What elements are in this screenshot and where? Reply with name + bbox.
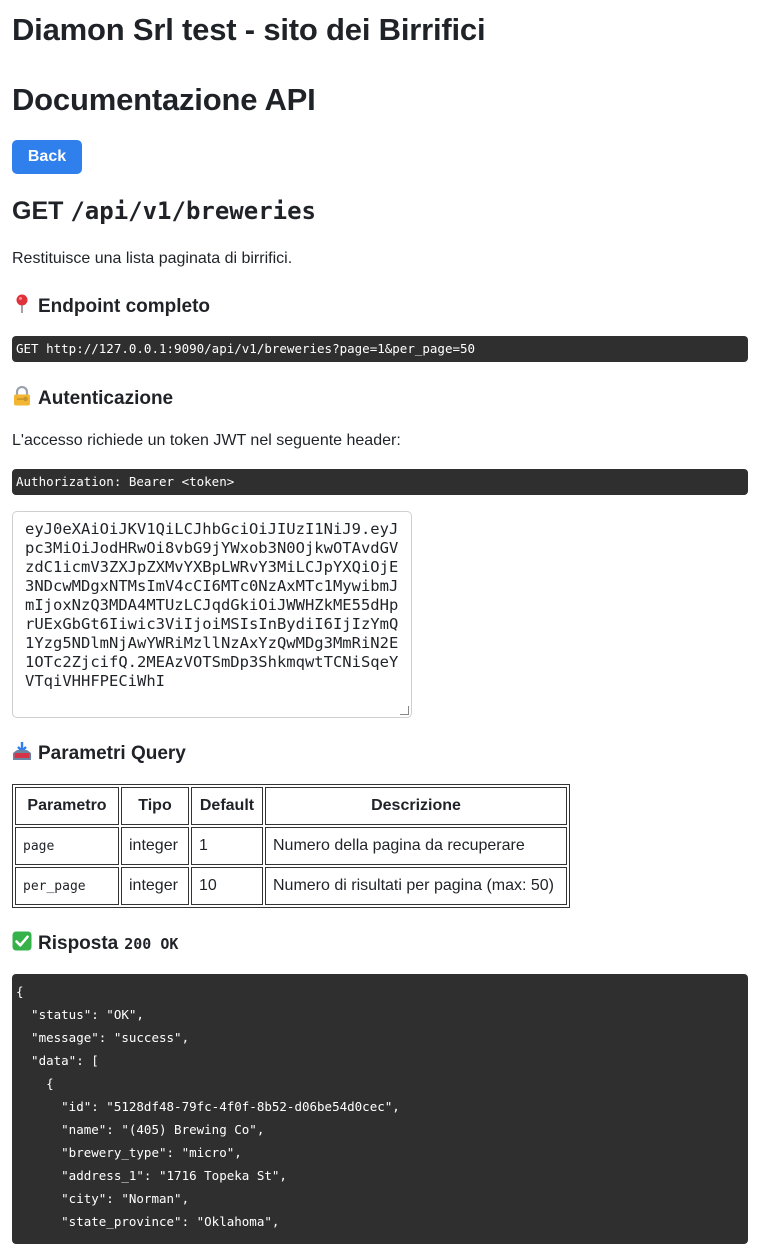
auth-header-code: Authorization: Bearer <token> [12,469,748,495]
table-row: page integer 1 Numero della pagina da re… [15,827,567,865]
endpoint-description: Restituisce una lista paginata di birrif… [12,250,293,267]
auth-section-heading: Autenticazione [12,385,174,411]
lock-with-key-icon [12,385,32,411]
param-description: Numero della pagina da recuperare [265,827,567,865]
site-title: Diamon Srl test - sito dei Birrifici [12,12,486,47]
inbox-tray-icon [12,741,32,766]
params-section-heading: Parametri Query [12,741,186,766]
token-textarea[interactable]: eyJ0eXAiOiJKV1QiLCJhbGciOiJIUzI1NiJ9.eyJ… [12,511,412,718]
auth-section-label: Autenticazione [38,387,174,409]
param-default: 10 [191,867,263,905]
endpoint-heading: GET /api/v1/breweries [12,197,316,226]
code-line: "state_province": "Oklahoma", [16,1214,280,1229]
col-header-parametro: Parametro [15,787,119,825]
back-button[interactable]: Back [12,140,82,174]
code-line: "message": "success", [16,1030,190,1045]
resize-handle-icon[interactable] [400,706,409,715]
table-header-row: Parametro Tipo Default Descrizione [15,787,567,825]
response-section-heading: Risposta 200 OK [12,931,178,956]
code-line: "id": "5128df48-79fc-4f0f-8b52-d06be54d0… [16,1099,400,1114]
endpoint-section-heading: Endpoint completo [12,294,210,319]
params-section-label: Parametri Query [38,742,186,764]
response-status-code: 200 OK [124,934,179,953]
endpoint-section-label: Endpoint completo [38,295,211,317]
response-section-label: Risposta [38,932,119,954]
page-title: Documentazione API [12,82,316,117]
code-line: { [16,984,24,999]
params-table: Parametro Tipo Default Descrizione page … [12,784,570,908]
param-type: integer [121,867,189,905]
code-line: { [16,1076,54,1091]
code-line: "data": [ [16,1053,99,1068]
col-header-descrizione: Descrizione [265,787,567,825]
param-name: per_page [15,867,119,905]
code-line: "address_1": "1716 Topeka St", [16,1168,287,1183]
endpoint-url-code: GET http://127.0.0.1:9090/api/v1/breweri… [12,336,748,362]
code-line: "city": "Norman", [16,1191,190,1206]
response-code-block: { "status": "OK", "message": "success", … [12,974,748,1244]
pushpin-icon [12,294,32,319]
code-line: "brewery_type": "micro", [16,1145,242,1160]
code-line: "name": "(405) Brewing Co", [16,1122,265,1137]
auth-description: L'accesso richiede un token JWT nel segu… [12,432,401,449]
param-description: Numero di risultati per pagina (max: 50) [265,867,567,905]
param-default: 1 [191,827,263,865]
endpoint-method: GET [12,197,64,225]
token-value: eyJ0eXAiOiJKV1QiLCJhbGciOiJIUzI1NiJ9.eyJ… [25,520,399,690]
endpoint-path: /api/v1/breweries [70,197,316,225]
code-line: "status": "OK", [16,1007,144,1022]
param-type: integer [121,827,189,865]
param-name: page [15,827,119,865]
table-row: per_page integer 10 Numero di risultati … [15,867,567,905]
col-header-tipo: Tipo [121,787,189,825]
col-header-default: Default [191,787,263,825]
check-mark-button-icon [12,931,32,956]
